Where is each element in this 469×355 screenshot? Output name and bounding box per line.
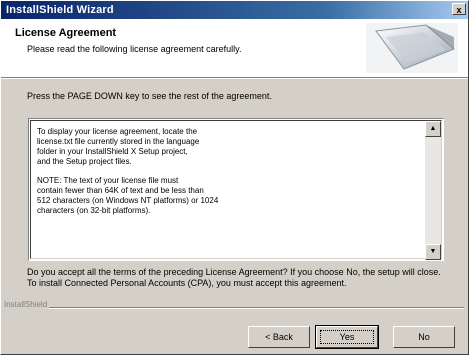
title-bar: InstallShield Wizard x bbox=[1, 1, 468, 19]
back-button[interactable]: < Back bbox=[248, 326, 310, 348]
focus-rectangle bbox=[320, 330, 374, 344]
header-subtitle: Please read the following license agreem… bbox=[27, 44, 242, 54]
accept-question: Do you accept all the terms of the prece… bbox=[27, 267, 441, 288]
header-divider bbox=[1, 78, 468, 79]
scroll-down-arrow-icon[interactable]: ▼ bbox=[425, 244, 441, 260]
license-paragraph-1: To display your license agreement, locat… bbox=[37, 127, 200, 166]
wizard-header: License Agreement Please read the follow… bbox=[1, 19, 468, 78]
no-button-label: No bbox=[418, 332, 430, 342]
window-title: InstallShield Wizard bbox=[6, 4, 114, 16]
license-text-frame: To display your license agreement, locat… bbox=[30, 120, 442, 260]
close-button[interactable]: x bbox=[452, 3, 466, 15]
header-title: License Agreement bbox=[15, 27, 117, 39]
scroll-up-arrow-icon[interactable]: ▲ bbox=[425, 121, 441, 137]
license-text-box[interactable]: To display your license agreement, locat… bbox=[28, 118, 444, 261]
back-button-label: < Back bbox=[265, 332, 293, 342]
brand-divider bbox=[1, 303, 468, 309]
license-paragraph-2: NOTE: The text of your license file must… bbox=[37, 176, 219, 215]
yes-button[interactable]: Yes bbox=[315, 325, 379, 349]
license-text: To display your license agreement, locat… bbox=[37, 127, 417, 225]
license-scrollbar[interactable]: ▲ ▼ bbox=[425, 121, 441, 260]
installshield-brand-label: InstallShield bbox=[4, 300, 50, 309]
wizard-banner-graphic bbox=[366, 23, 458, 73]
installshield-wizard-window: InstallShield Wizard x License Agreement… bbox=[0, 0, 469, 355]
page-down-instruction: Press the PAGE DOWN key to see the rest … bbox=[27, 91, 272, 101]
no-button[interactable]: No bbox=[393, 326, 455, 348]
